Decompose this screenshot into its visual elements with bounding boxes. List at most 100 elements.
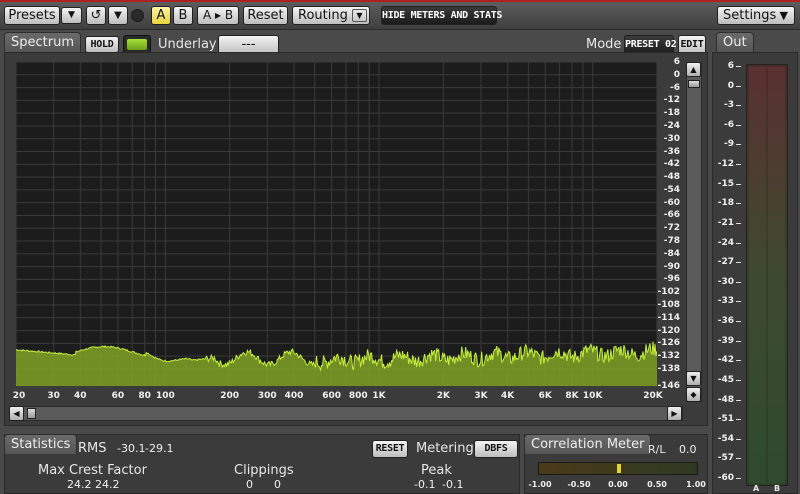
zoom-reset-button[interactable]: ◆	[686, 387, 701, 402]
statistics-tab: Statistics	[4, 434, 78, 454]
chevron-down-icon: ▼	[114, 10, 122, 21]
frequency-tick-label: 6K	[538, 391, 552, 401]
correlation-scale-label: 0.00	[608, 480, 628, 489]
metering-value: DBFS	[484, 443, 508, 454]
scroll-left-button[interactable]: ◀	[9, 406, 24, 421]
copy-a-to-b-button[interactable]: A ▸ B	[197, 6, 239, 25]
vertical-scroll-thumb[interactable]	[688, 80, 700, 88]
out-tick-mark	[736, 281, 741, 283]
out-tick-mark	[736, 340, 741, 342]
out-meter-scale: 6 0 -3 -6 -9 -12 -15 -18 -21 -24 -27 -30 -33 -36 -39 -4…	[714, 62, 742, 484]
frequency-tick-label: 4K	[501, 391, 515, 401]
peak-left-value: -0.1	[414, 478, 436, 491]
correlation-tab-label: Correlation Meter	[531, 437, 645, 452]
out-tick-mark	[736, 262, 741, 264]
out-meter-channel-a	[749, 67, 766, 483]
out-channel-b-label: B	[774, 484, 781, 493]
presets-button[interactable]: Presets	[4, 6, 60, 25]
out-tick-label: -42	[717, 355, 734, 366]
db-tick-label: -24	[663, 120, 680, 131]
undo-button[interactable]: ↺	[86, 6, 106, 25]
chevron-down-icon: ▼	[68, 10, 75, 20]
crest-factor-label: Max Crest Factor	[38, 463, 147, 478]
out-tick-mark	[736, 183, 741, 185]
horizontal-scrollbar[interactable]	[9, 406, 683, 421]
arrow-up-icon: ▲	[690, 65, 697, 74]
metering-select[interactable]: DBFS	[474, 440, 518, 458]
db-tick-label: -120	[657, 325, 680, 336]
presets-dropdown-button[interactable]: ▼	[61, 7, 82, 24]
frequency-tick-label: 10K	[582, 391, 603, 401]
out-tick-mark	[736, 438, 741, 440]
frequency-tick-label: 60	[111, 391, 125, 401]
frequency-tick-label: 2K	[436, 391, 450, 401]
routing-button[interactable]: Routing ▼	[292, 6, 370, 25]
db-tick-label: -146	[657, 381, 680, 391]
undo-icon: ↺	[90, 8, 102, 23]
reset-button[interactable]: Reset	[243, 6, 288, 25]
out-tick-label: -9	[724, 139, 734, 150]
correlation-scale: -1.00 -0.50 0.00 0.50 1.00	[528, 480, 705, 490]
stats-reset-button[interactable]: RESET	[372, 440, 408, 458]
db-tick-label: -114	[657, 312, 680, 323]
menu-dropdown-button[interactable]: ▼	[108, 6, 128, 25]
correlation-tab: Correlation Meter	[524, 434, 652, 454]
clip-left-value: 0	[246, 478, 253, 491]
chevron-down-icon: ▼	[779, 9, 788, 22]
out-tick-mark	[736, 222, 741, 224]
scroll-up-button[interactable]: ▲	[686, 62, 701, 77]
db-tick-label: -66	[663, 210, 680, 221]
frequency-tick-label: 400	[284, 391, 304, 401]
out-tick-label: -45	[717, 374, 734, 385]
diamond-icon: ◆	[690, 390, 697, 399]
out-tick-mark	[736, 144, 741, 146]
spectrum-tab-label: Spectrum	[11, 35, 74, 50]
horizontal-scroll-thumb[interactable]	[27, 408, 36, 419]
out-tick-mark	[736, 66, 741, 67]
db-tick-label: -90	[663, 261, 680, 272]
scroll-down-button[interactable]: ▼	[686, 371, 701, 386]
clippings-label: Clippings	[234, 463, 294, 478]
frequency-tick-label: 3K	[474, 391, 488, 401]
ab-compare-a-button[interactable]: A	[151, 6, 171, 25]
hold-button[interactable]: HOLD	[85, 36, 119, 53]
ab-b-label: B	[178, 8, 188, 23]
hide-meters-label: HIDE METERS AND STATS	[382, 10, 503, 21]
clip-right-value: 0	[274, 478, 281, 491]
power-indicator-icon[interactable]	[131, 9, 144, 22]
db-tick-label: -72	[663, 223, 680, 234]
spectrum-plot	[15, 61, 658, 387]
spectrum-tab: Spectrum	[4, 32, 81, 52]
out-meter-bars	[746, 64, 788, 486]
db-axis: 6 0 -6 -12 -18 -24 -30 -36 -42 -48 -54 -60 -66 -72 -78…	[657, 58, 680, 391]
ab-compare-b-button[interactable]: B	[173, 6, 193, 25]
out-tick-mark	[736, 124, 741, 126]
metering-label: Metering	[416, 441, 474, 456]
frequency-tick-label: 8K	[565, 391, 579, 401]
rl-label: R/L	[648, 443, 666, 456]
hide-meters-button[interactable]: HIDE METERS AND STATS	[381, 6, 502, 25]
out-tick-mark	[736, 321, 741, 323]
out-tick-mark	[736, 458, 741, 460]
settings-button[interactable]: Settings ▼	[717, 6, 795, 25]
vertical-scrollbar[interactable]	[686, 62, 702, 402]
out-tick-label: -36	[717, 316, 734, 327]
underlay-label: Underlay	[158, 37, 217, 52]
out-tick-mark	[736, 85, 741, 87]
correlation-scale-label: 1.00	[686, 480, 706, 489]
hold-label: HOLD	[90, 39, 114, 50]
out-tick-mark	[736, 203, 741, 205]
crest-left-value: 24.2	[67, 478, 92, 491]
out-tick-mark	[736, 379, 741, 381]
edit-label: EDIT	[680, 39, 704, 50]
stats-reset-label: RESET	[375, 443, 405, 454]
frequency-tick-label: 800	[348, 391, 368, 401]
out-tick-mark	[736, 301, 741, 303]
db-tick-label: -84	[663, 248, 680, 259]
out-tick-label: -6	[724, 119, 734, 130]
out-tick-label: -21	[717, 217, 734, 228]
spectrum-graph	[15, 61, 658, 387]
frequency-tick-label: 20K	[643, 391, 663, 401]
out-tab-label: Out	[723, 35, 747, 50]
scroll-right-button[interactable]: ▶	[667, 406, 682, 421]
